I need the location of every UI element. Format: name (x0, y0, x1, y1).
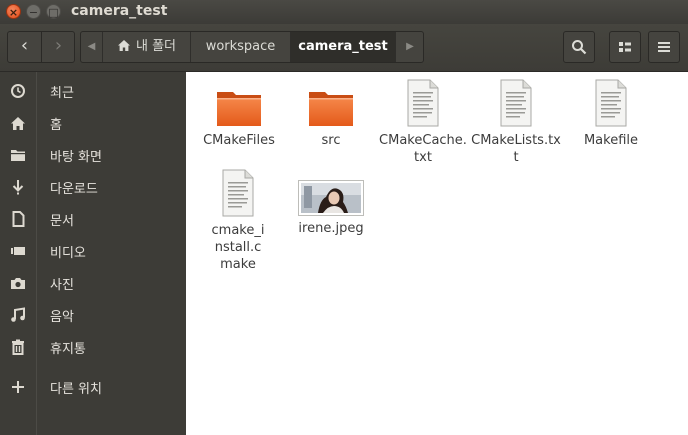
file-name: Makefile (583, 133, 639, 148)
navigation-buttons: ‹ › (7, 31, 75, 63)
folder-icon (217, 92, 261, 126)
search-button[interactable] (563, 31, 595, 63)
path-segment-home[interactable]: 내 폴더 (103, 32, 191, 62)
image-thumbnail (298, 180, 364, 216)
sidebar-item-videos[interactable]: 비디오 (0, 236, 186, 266)
sidebar-item-label: 다른 위치 (50, 382, 102, 397)
path-scroll-right-button[interactable]: ▶ (396, 32, 424, 62)
file-manager-window: × − □ camera_test ‹ › ◀ 내 폴더 workspace c… (0, 0, 688, 435)
plus-icon (9, 378, 27, 396)
sidebar-item-trash[interactable]: 휴지통 (0, 332, 186, 362)
sidebar-item-other-locations[interactable]: 다른 위치 (0, 372, 186, 402)
sidebar-item-label: 휴지통 (50, 342, 86, 357)
path-scroll-left-button[interactable]: ◀ (81, 32, 103, 62)
sidebar-item-label: 음악 (50, 310, 74, 325)
file-item-folder[interactable]: src (286, 84, 376, 149)
music-icon (9, 306, 27, 324)
sidebar-item-home[interactable]: 홈 (0, 108, 186, 138)
file-name: CMakeLists.txt (471, 133, 561, 165)
folder-icon (309, 92, 353, 126)
file-view: CMakeFiles src CMakeCache.txt CMakeLists… (186, 72, 688, 435)
chevron-right-icon: › (54, 35, 63, 56)
file-item-text[interactable]: CMakeCache.txt (378, 78, 468, 166)
document-icon (9, 210, 27, 228)
maximize-window-button[interactable]: □ (46, 4, 61, 19)
file-item-text[interactable]: CMakeLists.txt (471, 78, 561, 166)
file-item-folder[interactable]: CMakeFiles (194, 84, 284, 149)
list-view-icon (619, 41, 631, 52)
file-name: src (321, 133, 341, 148)
close-window-button[interactable]: × (6, 4, 21, 19)
minimize-window-button[interactable]: − (26, 4, 41, 19)
path-segment-label: 내 폴더 (135, 39, 176, 54)
download-icon (9, 178, 27, 196)
hamburger-icon (658, 41, 670, 52)
toolbar: ‹ › ◀ 내 폴더 workspace camera_test ▶ (0, 24, 688, 72)
view-options-button[interactable] (609, 31, 641, 63)
file-item-image[interactable]: irene.jpeg (286, 180, 376, 237)
file-name: CMakeCache.txt (379, 133, 467, 165)
path-segment-label: workspace (205, 39, 276, 54)
camera-icon (9, 274, 27, 292)
text-file-icon (595, 79, 627, 127)
back-button[interactable]: ‹ (8, 32, 42, 62)
sidebar-item-recent[interactable]: 최근 (0, 76, 186, 106)
file-name: cmake_install.cmake (211, 223, 265, 272)
sidebar-item-label: 문서 (50, 214, 74, 229)
sidebar-item-documents[interactable]: 문서 (0, 204, 186, 234)
sidebar-item-label: 사진 (50, 278, 74, 293)
title-bar: × − □ camera_test (0, 0, 688, 24)
folder-icon (9, 146, 27, 164)
trash-icon (9, 338, 27, 356)
forward-button[interactable]: › (42, 32, 75, 62)
sidebar-item-label: 최근 (50, 86, 74, 101)
home-icon (9, 114, 27, 132)
text-file-icon (407, 79, 439, 127)
video-icon (9, 242, 27, 260)
text-file-icon (500, 79, 532, 127)
sidebar-item-downloads[interactable]: 다운로드 (0, 172, 186, 202)
text-file-icon (222, 169, 254, 217)
window-title: camera_test (71, 3, 168, 19)
chevron-left-icon: ‹ (20, 35, 29, 56)
file-item-text[interactable]: cmake_install.cmake (194, 168, 282, 273)
path-segment-current[interactable]: camera_test (291, 32, 396, 62)
file-name: irene.jpeg (298, 221, 364, 236)
sidebar-item-label: 다운로드 (50, 182, 98, 197)
file-item-text[interactable]: Makefile (566, 78, 656, 149)
file-name: CMakeFiles (203, 133, 275, 148)
path-segment-workspace[interactable]: workspace (191, 32, 291, 62)
sidebar-item-label: 홈 (50, 118, 62, 133)
sidebar-item-label: 바탕 화면 (50, 150, 102, 165)
home-icon (117, 40, 130, 51)
menu-button[interactable] (648, 31, 680, 63)
path-segment-label: camera_test (298, 39, 388, 54)
clock-icon (9, 82, 27, 100)
path-bar: ◀ 내 폴더 workspace camera_test ▶ (80, 31, 424, 63)
sidebar-item-music[interactable]: 음악 (0, 300, 186, 330)
sidebar-item-desktop[interactable]: 바탕 화면 (0, 140, 186, 170)
search-icon (572, 39, 587, 54)
sidebar-item-label: 비디오 (50, 246, 86, 261)
sidebar-item-pictures[interactable]: 사진 (0, 268, 186, 298)
